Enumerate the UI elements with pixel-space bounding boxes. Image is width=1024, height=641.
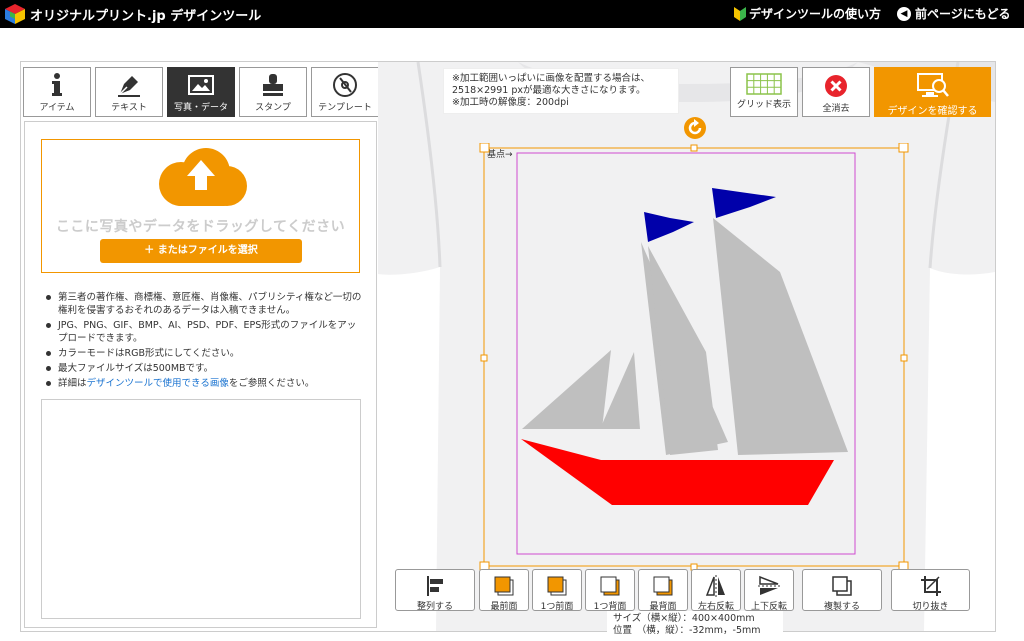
crop-label: 切り抜き bbox=[912, 602, 949, 612]
drop-instruction: ここに写真やデータをドラッグしてください bbox=[55, 219, 346, 235]
note-item: 第三者の著作権、商標権、意匠権、肖像権、パブリシティ権など一切の権利を侵害するお… bbox=[44, 291, 362, 317]
back-arrow-icon: ◀ bbox=[897, 6, 911, 21]
clear-icon bbox=[825, 75, 847, 97]
clear-all-button[interactable]: 全消去 bbox=[802, 67, 870, 117]
confirm-design-label: デザインを確認する bbox=[887, 106, 978, 117]
uploaded-images-area[interactable] bbox=[41, 399, 361, 619]
back-label: 前ページにもどる bbox=[915, 7, 1011, 21]
send-backward-icon bbox=[600, 576, 620, 596]
confirm-design-button[interactable]: デザインを確認する bbox=[874, 67, 991, 117]
bring-forward-button[interactable]: 1つ前面 bbox=[532, 569, 582, 612]
grid-icon bbox=[746, 73, 782, 95]
upload-notes: 第三者の著作権、商標権、意匠権、肖像権、パブリシティ権など一切の権利を侵害するお… bbox=[44, 291, 362, 392]
select-file-button[interactable]: ＋ またはファイルを選択 bbox=[100, 239, 302, 263]
send-back-icon bbox=[653, 576, 673, 596]
crop-button[interactable]: 切り抜き bbox=[891, 569, 970, 612]
size-readout: サイズ（横×縦）：400×400mm bbox=[613, 613, 755, 624]
note-item: カラーモードはRGB形式にしてください。 bbox=[44, 347, 362, 360]
tab-photo-data[interactable]: 写真・データ bbox=[167, 67, 235, 117]
bring-front-label: 最前面 bbox=[490, 602, 518, 612]
flip-horizontal-icon bbox=[705, 575, 725, 597]
usable-images-link[interactable]: デザインツールで使用できる画像 bbox=[87, 378, 229, 389]
note-item: 最大ファイルサイズは500MBです。 bbox=[44, 362, 362, 375]
tab-text[interactable]: テキスト bbox=[95, 67, 163, 117]
align-label: 整列する bbox=[416, 602, 453, 612]
note-item: JPG、PNG、GIF、BMP、AI、PSD、PDF、EPS形式のファイルをアッ… bbox=[44, 319, 362, 345]
flip-horizontal-button[interactable]: 左右反転 bbox=[691, 569, 741, 612]
clear-all-label: 全消去 bbox=[822, 104, 850, 114]
tab-label: テンプレート bbox=[318, 103, 372, 113]
rotate-icon bbox=[688, 119, 702, 135]
send-back-button[interactable]: 最背面 bbox=[638, 569, 688, 612]
plus-icon: ＋ bbox=[144, 245, 158, 256]
position-readout: 位置 （横，縦）：-32mm，-5mm bbox=[613, 625, 761, 636]
tab-label: 写真・データ bbox=[173, 103, 228, 113]
note-item: 詳細はデザインツールで使用できる画像をご参照ください。 bbox=[44, 377, 362, 390]
stamp-icon bbox=[263, 74, 283, 96]
size-position-info: サイズ（横×縦）：400×400mm 位置 （横，縦）：-32mm，-5mm bbox=[607, 611, 783, 641]
bring-forward-icon bbox=[547, 576, 567, 596]
cube-logo-icon bbox=[5, 4, 25, 24]
grid-toggle-label: グリッド表示 bbox=[736, 100, 791, 110]
flip-vertical-icon bbox=[758, 575, 780, 595]
template-icon bbox=[333, 73, 357, 97]
duplicate-label: 複製する bbox=[823, 602, 860, 612]
align-button[interactable]: 整列する bbox=[395, 569, 475, 612]
tab-label: アイテム bbox=[39, 103, 75, 113]
select-file-label: またはファイルを選択 bbox=[157, 245, 258, 256]
bring-forward-label: 1つ前面 bbox=[540, 602, 574, 612]
grid-toggle-button[interactable]: グリッド表示 bbox=[730, 67, 798, 117]
bring-front-button[interactable]: 最前面 bbox=[479, 569, 529, 612]
tab-stamp[interactable]: スタンプ bbox=[239, 67, 307, 117]
tab-label: テキスト bbox=[111, 103, 147, 113]
crop-icon bbox=[920, 576, 941, 596]
pen-icon bbox=[118, 76, 140, 97]
header-bar: オリジナルプリント.jp デザインツール デザインツールの使い方 ◀ 前ページに… bbox=[0, 0, 1024, 28]
print-area-note: ※加工範囲いっぱいに画像を配置する場合は、 2518×2991 pxが最適な大き… bbox=[443, 68, 679, 114]
bring-front-icon bbox=[494, 576, 514, 596]
flip-vertical-button[interactable]: 上下反転 bbox=[744, 569, 794, 612]
selection-handles[interactable] bbox=[478, 143, 912, 573]
note-line-1: ※加工範囲いっぱいに画像を配置する場合は、 bbox=[452, 73, 650, 84]
note-line-3: ※加工時の解像度：200dpi bbox=[452, 97, 569, 108]
tab-item[interactable]: アイテム bbox=[23, 67, 91, 117]
send-backward-button[interactable]: 1つ背面 bbox=[585, 569, 635, 612]
preview-monitor-icon bbox=[916, 73, 949, 97]
info-icon bbox=[52, 73, 62, 96]
note-line-2: 2518×2991 pxが最適な大きさになります。 bbox=[452, 85, 646, 96]
detail-prefix: 詳細は bbox=[58, 378, 87, 389]
duplicate-icon bbox=[832, 576, 852, 596]
howto-link[interactable]: デザインツールの使い方 bbox=[734, 5, 881, 22]
upload-dropzone[interactable]: ここに写真やデータをドラッグしてください ＋ またはファイルを選択 bbox=[41, 139, 360, 273]
howto-label: デザインツールの使い方 bbox=[749, 7, 882, 21]
cloud-upload-icon bbox=[159, 148, 247, 206]
detail-suffix: をご参照ください。 bbox=[228, 378, 315, 389]
image-icon bbox=[188, 75, 214, 95]
rotate-handle[interactable] bbox=[684, 117, 706, 139]
align-icon bbox=[427, 576, 443, 596]
back-link[interactable]: ◀ 前ページにもどる bbox=[897, 5, 1011, 22]
tab-label: スタンプ bbox=[255, 103, 291, 113]
duplicate-button[interactable]: 複製する bbox=[802, 569, 882, 612]
tab-template[interactable]: テンプレート bbox=[311, 67, 379, 117]
beginner-mark-icon bbox=[734, 6, 746, 21]
brand-title[interactable]: オリジナルプリント.jp デザインツール bbox=[30, 5, 261, 24]
